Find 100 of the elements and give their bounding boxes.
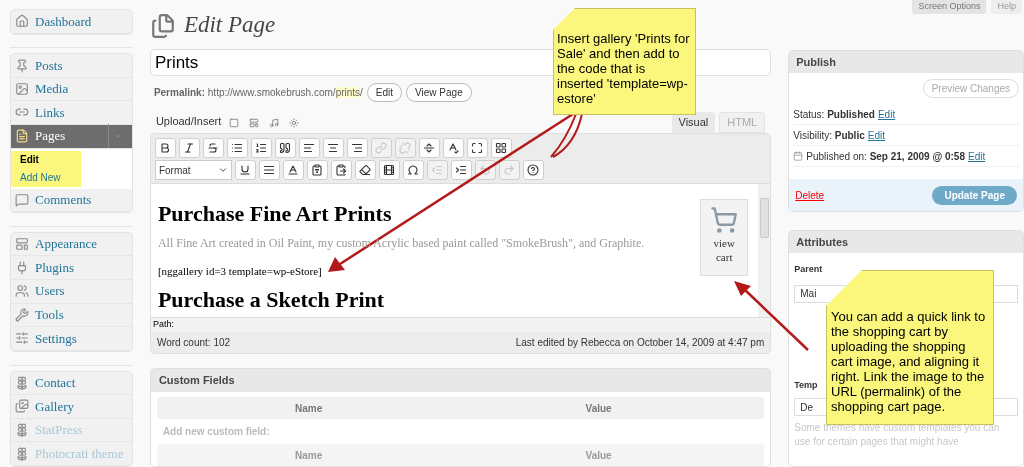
film-icon [383, 164, 396, 176]
sidebar-item[interactable]: Links [11, 101, 132, 125]
help-tab[interactable]: Help [991, 0, 1022, 14]
scrollbar[interactable] [758, 184, 771, 317]
publish-setting: Status: Published [793, 107, 875, 122]
redo-icon [503, 164, 516, 176]
plug-icon [15, 260, 29, 275]
undo-icon [479, 164, 492, 176]
column-header: Name [294, 401, 324, 416]
bullet-list-button[interactable] [226, 138, 248, 158]
align-center-icon [327, 142, 340, 154]
flower-icon [15, 446, 29, 461]
field-label: Parent [794, 263, 823, 276]
kitchen-sink-icon [495, 142, 508, 154]
permalink-text: Permalink: http://www.smokebrush.com/prints/ [153, 86, 363, 101]
spellcheck-button[interactable] [442, 138, 464, 158]
sidebar-item[interactable]: Appearance [11, 232, 132, 257]
underline-button[interactable] [234, 160, 256, 180]
content-paragraph: All Fine Art created in Oil Paint, my custom Acrylic based paint called "SmokeBrush", and Graphite. [157, 235, 645, 252]
more-tag-icon [423, 142, 436, 154]
paste-text-icon [311, 164, 324, 176]
add-field-label: Add new custom field: [161, 425, 271, 439]
edit-link[interactable]: Edit [867, 127, 885, 143]
kitchen-sink-button[interactable] [490, 138, 512, 158]
callout-tooltip: You can add a quick link to the shopping cart by uploading the shopping cart image, and aligning it right. Link the image to the URL (permalink) of the shopping cart page. [826, 270, 994, 425]
pin-icon [15, 58, 29, 73]
sidebar-item[interactable]: Settings [11, 327, 132, 351]
column-header: Value [584, 448, 613, 463]
strikethrough-icon [207, 142, 220, 154]
sidebar-item[interactable]: Media [11, 77, 132, 102]
help-button[interactable] [522, 160, 544, 180]
page-title: Edit Page [183, 11, 276, 40]
strikethrough-button[interactable] [202, 138, 224, 158]
layout-icon [15, 237, 29, 251]
format-select[interactable]: Format [154, 160, 232, 180]
bold-icon [159, 142, 172, 154]
house-icon [15, 14, 29, 29]
callout-tooltip: Insert gallery 'Prints for Sale' and then add to the code that is inserted 'template=wp-estore' [553, 8, 696, 115]
column-header: Value [584, 401, 613, 416]
sidebar-item[interactable]: Contact [11, 371, 132, 396]
indent-button[interactable] [450, 160, 472, 180]
align-left-button[interactable] [298, 138, 320, 158]
permalink-button[interactable]: View Page [406, 83, 472, 103]
sidebar-item[interactable]: Dashboard [11, 10, 132, 34]
sidebar-item[interactable]: Users [11, 279, 132, 304]
unlink-icon [399, 142, 412, 154]
help-icon [527, 164, 540, 176]
panel-title: Attributes [789, 231, 1023, 253]
caret-icon [113, 131, 124, 141]
last-edited-text: Last edited by Rebecca on October 14, 2009 at 4:47 pm [515, 336, 765, 350]
edit-link[interactable]: Edit [877, 106, 896, 122]
speech-bubble-icon [15, 192, 29, 207]
panel-title: Publish [789, 51, 1023, 73]
outdent-icon [431, 164, 444, 176]
italic-icon [183, 142, 196, 154]
submenu-item[interactable]: Edit [11, 150, 81, 169]
italic-button[interactable] [178, 138, 200, 158]
sidebar-item[interactable]: Comments [11, 188, 132, 212]
bold-button[interactable] [154, 138, 176, 158]
screen-options-tab[interactable]: Screen Options [912, 0, 987, 14]
fullscreen-button[interactable] [466, 138, 488, 158]
gallery-icon [15, 399, 29, 414]
pointer-line [550, 113, 583, 158]
film-button[interactable] [378, 160, 400, 180]
indent-icon [455, 164, 468, 176]
sidebar-item[interactable]: Gallery [11, 395, 132, 419]
wrench-icon [15, 307, 29, 322]
quote-button[interactable] [274, 138, 296, 158]
permalink-button[interactable]: Edit [366, 83, 403, 103]
sidebar-item[interactable]: Posts [11, 54, 132, 78]
spellcheck-icon [447, 142, 460, 154]
sliders-icon [15, 331, 29, 346]
update-button[interactable]: Update Page [932, 185, 1017, 205]
music-note-icon[interactable] [269, 118, 280, 128]
align-right-icon [351, 142, 364, 154]
eraser-button[interactable] [354, 160, 376, 180]
link-icon [375, 142, 388, 154]
path-label: Path: [150, 318, 771, 332]
gallery-shortcode: [nggallery id=3 template=wp-eStore] [157, 264, 322, 279]
edit-link[interactable]: Edit [968, 148, 986, 164]
panel-title: Custom Fields [150, 369, 771, 392]
omega-button[interactable] [402, 160, 424, 180]
paste-text-button[interactable] [306, 160, 328, 180]
content-heading: Purchase Fine Art Prints [157, 200, 392, 228]
paste-word-button[interactable] [330, 160, 352, 180]
video-icon[interactable] [249, 118, 260, 128]
text-color-icon [287, 164, 300, 176]
numbered-list-button[interactable] [250, 138, 272, 158]
sidebar-item[interactable]: Plugins [11, 256, 132, 280]
justify-button[interactable] [258, 160, 280, 180]
sidebar-item[interactable]: Tools [11, 303, 132, 328]
align-center-button[interactable] [322, 138, 344, 158]
eraser-icon [359, 164, 372, 176]
fullscreen-icon [471, 142, 484, 154]
sidebar-item[interactable]: Pages [11, 124, 132, 149]
calendar-icon [793, 151, 804, 161]
delete-link[interactable]: Delete [795, 187, 825, 203]
align-right-button[interactable] [346, 138, 368, 158]
text-color-button[interactable] [282, 160, 304, 180]
align-left-icon [303, 142, 316, 154]
